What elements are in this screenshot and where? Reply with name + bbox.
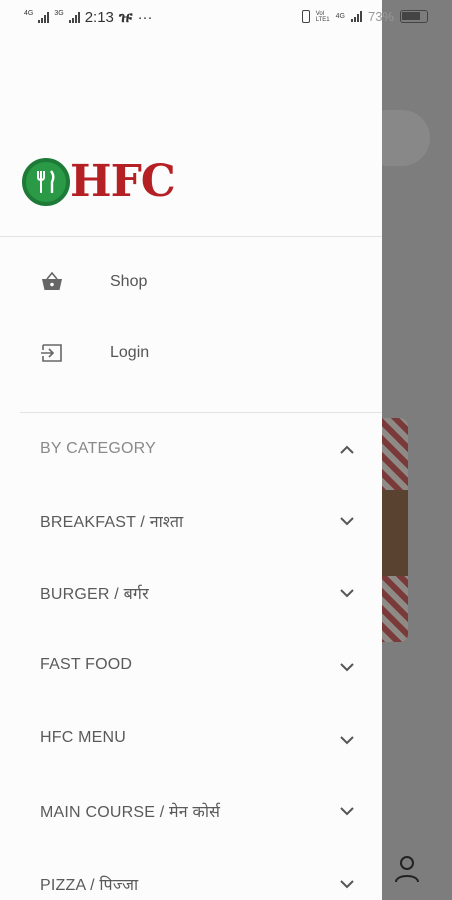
category-item-hfc-menu[interactable]: HFC MENU bbox=[0, 717, 382, 761]
login-icon bbox=[41, 344, 62, 362]
battery-icon bbox=[400, 10, 428, 23]
brand-name: HFC bbox=[70, 156, 176, 207]
chevron-up-icon bbox=[340, 445, 354, 454]
divider bbox=[20, 412, 382, 413]
status-bar: 4G 3G 2:13 ዡ ··· Vol LTE1 4G 73% bbox=[0, 0, 452, 36]
vibrate-icon bbox=[301, 10, 310, 23]
chevron-down-icon[interactable] bbox=[338, 731, 356, 749]
volte-indicator: Vol LTE1 bbox=[315, 10, 330, 23]
category-item-label: FAST FOOD bbox=[40, 656, 133, 673]
category-item-breakfast[interactable]: BREAKFAST / नाश्ता bbox=[0, 498, 382, 542]
category-item-pizza[interactable]: PIZZA / पिज्जा bbox=[0, 861, 382, 900]
nav-item-label: Login bbox=[110, 344, 150, 361]
network-type: 4G bbox=[24, 10, 34, 17]
category-item-burger[interactable]: BURGER / बर्गर bbox=[0, 570, 382, 614]
nav-item-label: Shop bbox=[110, 273, 148, 290]
profile-icon[interactable] bbox=[394, 855, 420, 883]
category-header-label: BY CATEGORY bbox=[40, 440, 157, 457]
category-header[interactable]: BY CATEGORY bbox=[0, 430, 382, 470]
signal-icon bbox=[38, 12, 50, 23]
chevron-down-icon[interactable] bbox=[338, 802, 356, 820]
hfc-logo: HFC bbox=[22, 156, 176, 207]
network-type: 4G bbox=[335, 13, 345, 20]
divider bbox=[0, 236, 382, 237]
category-item-label: BREAKFAST / नाश्ता bbox=[40, 514, 184, 531]
category-item-label: HFC MENU bbox=[40, 729, 127, 746]
category-item-fast-food[interactable]: FAST FOOD bbox=[0, 644, 382, 688]
chevron-down-icon[interactable] bbox=[338, 584, 356, 602]
notification-icon: ዡ bbox=[118, 9, 133, 26]
chevron-down-icon[interactable] bbox=[338, 875, 356, 893]
nav-item-shop[interactable]: Shop bbox=[0, 257, 382, 307]
nav-item-login[interactable]: Login bbox=[0, 328, 382, 378]
category-item-label: PIZZA / पिज्जा bbox=[40, 877, 139, 894]
signal-icon bbox=[350, 11, 362, 22]
clock: 2:13 bbox=[84, 9, 114, 26]
navigation-drawer: HFC Shop Login BY CATEGORY BREAKFAST / न… bbox=[0, 0, 382, 900]
shopping-basket-icon bbox=[42, 271, 62, 290]
category-item-main-course[interactable]: MAIN COURSE / मेन कोर्स bbox=[0, 788, 382, 832]
category-item-label: MAIN COURSE / मेन कोर्स bbox=[40, 804, 221, 821]
signal-icon bbox=[68, 12, 80, 23]
category-item-label: BURGER / बर्गर bbox=[40, 586, 149, 603]
cutlery-logo-icon bbox=[22, 158, 70, 206]
chevron-down-icon[interactable] bbox=[338, 512, 356, 530]
network-type: 3G bbox=[54, 10, 64, 17]
battery-percent: 73% bbox=[367, 9, 394, 24]
more-notifications-icon: ··· bbox=[137, 9, 153, 26]
chevron-down-icon[interactable] bbox=[338, 658, 356, 676]
